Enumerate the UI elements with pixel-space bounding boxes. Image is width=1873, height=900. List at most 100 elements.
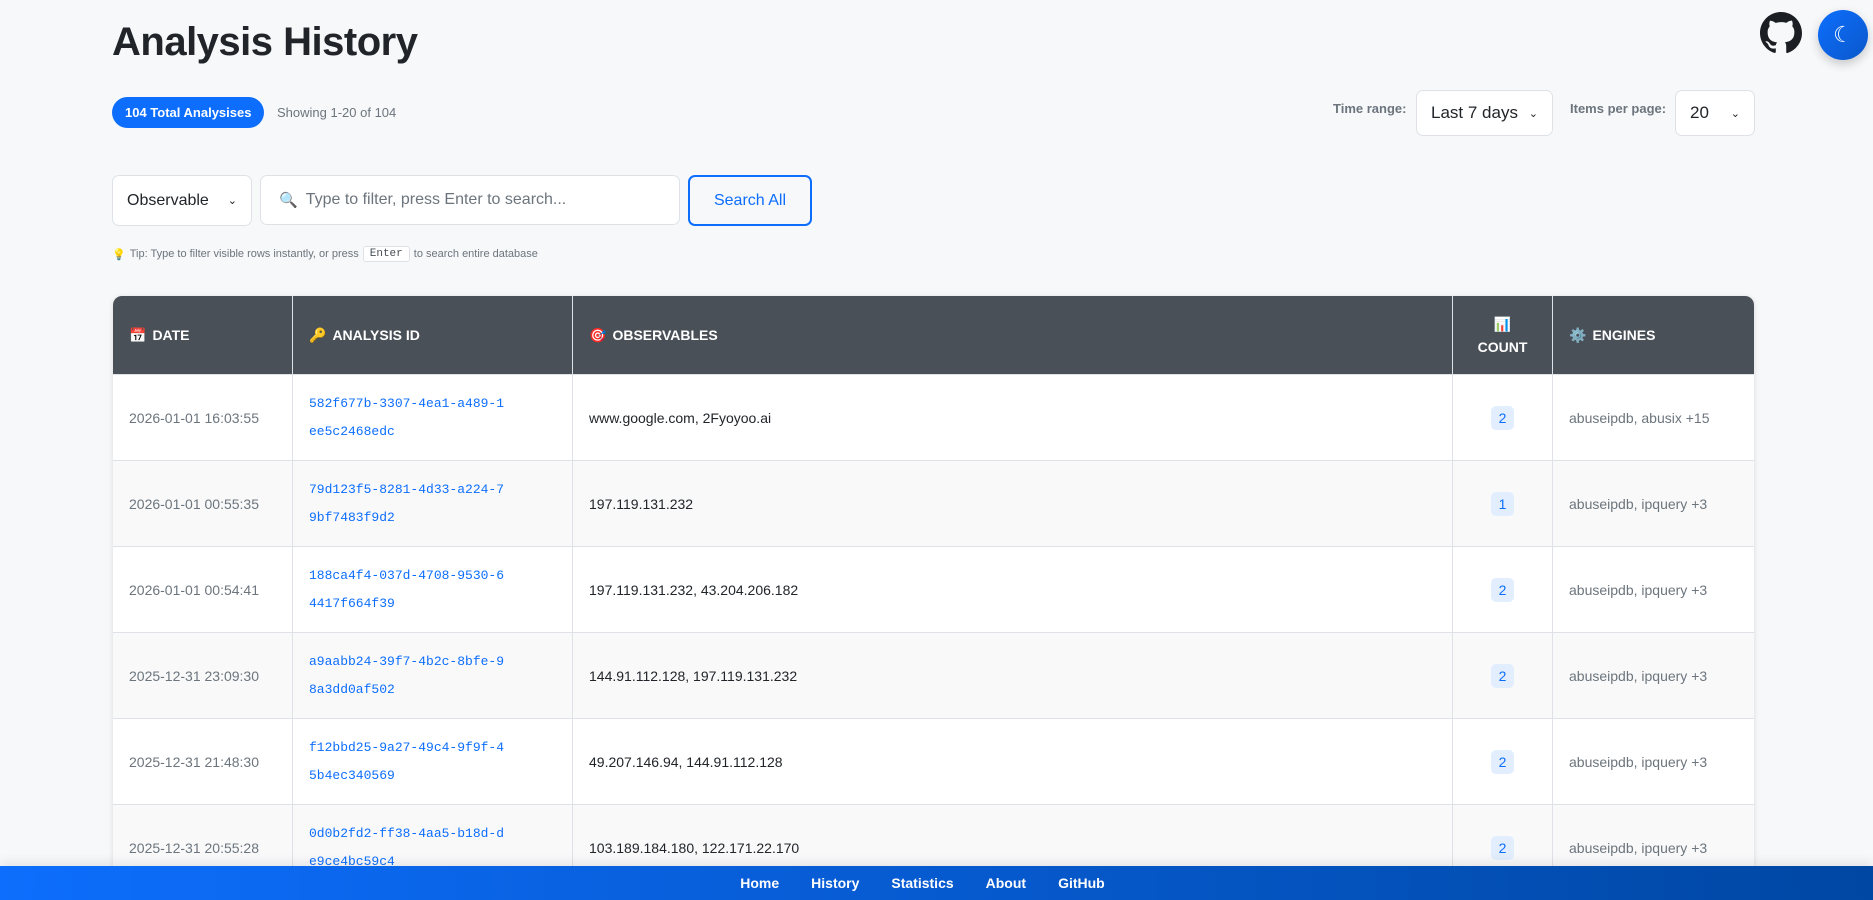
column-observables[interactable]: 🎯 OBSERVABLES xyxy=(573,296,1453,374)
date: 2026-01-01 16:03:55 xyxy=(129,409,259,426)
table-row[interactable]: 2026-01-01 00:55:35 79d123f5-8281-4d33-a… xyxy=(113,460,1754,546)
date-cell: 2025-12-31 23:09:30 xyxy=(113,633,293,718)
count-cell: 2 xyxy=(1453,375,1553,460)
time-range-value: Last 7 days xyxy=(1431,103,1518,122)
table-row[interactable]: 2026-01-01 16:03:55 582f677b-3307-4ea1-a… xyxy=(113,374,1754,460)
engines-cell: abuseipdb, ipquery +3 xyxy=(1553,719,1754,804)
footer-link-github[interactable]: GitHub xyxy=(1058,875,1105,891)
column-label: ENGINES xyxy=(1592,327,1656,343)
footer-link-about[interactable]: About xyxy=(986,875,1026,891)
count-badge: 2 xyxy=(1490,749,1515,774)
id-cell: a9aabb24-39f7-4b2c-8bfe-98a3dd0af502 xyxy=(293,633,573,718)
time-range-select[interactable]: Last 7 days ⌄ xyxy=(1416,90,1553,136)
date: 2026-01-01 00:55:35 xyxy=(129,495,259,512)
id-cell: 79d123f5-8281-4d33-a224-79bf7483f9d2 xyxy=(293,461,573,546)
footer-link-home[interactable]: Home xyxy=(740,875,779,891)
observables: 144.91.112.128, 197.119.131.232 xyxy=(589,667,798,684)
search-icon: 🔍 xyxy=(279,192,298,209)
analysis-id-link[interactable]: 582f677b-3307-4ea1-a489-1ee5c2468edc xyxy=(309,390,509,446)
filter-type-value: Observable xyxy=(127,191,209,209)
items-per-page-value: 20 xyxy=(1690,103,1709,122)
footer-link-statistics[interactable]: Statistics xyxy=(891,875,953,891)
analysis-id-link[interactable]: 188ca4f4-037d-4708-9530-64417f664f39 xyxy=(309,562,509,618)
column-label: DATE xyxy=(152,327,190,343)
analysis-id-link[interactable]: 79d123f5-8281-4d33-a224-79bf7483f9d2 xyxy=(309,476,509,532)
observables: 103.189.184.180, 122.171.22.170 xyxy=(589,839,800,856)
column-date[interactable]: 📅 DATE xyxy=(113,296,293,374)
observables-cell: 49.207.146.94, 144.91.112.128 xyxy=(573,719,1453,804)
count-badge: 2 xyxy=(1490,835,1515,860)
engines-cell: abuseipdb, ipquery +3 xyxy=(1553,547,1754,632)
observables: 197.119.131.232, 43.204.206.182 xyxy=(589,581,799,598)
date-cell: 2026-01-01 16:03:55 xyxy=(113,375,293,460)
column-label: COUNT xyxy=(1477,338,1528,355)
count-cell: 2 xyxy=(1453,547,1553,632)
count-badge: 2 xyxy=(1490,405,1515,430)
moon-icon: ☾ xyxy=(1833,22,1853,47)
analysis-id-link[interactable]: a9aabb24-39f7-4b2c-8bfe-98a3dd0af502 xyxy=(309,648,509,704)
date: 2026-01-01 00:54:41 xyxy=(129,581,259,598)
page-title: Analysis History xyxy=(112,20,418,64)
observables-cell: 197.119.131.232 xyxy=(573,461,1453,546)
engines: abuseipdb, abusix +15 xyxy=(1569,409,1710,426)
date: 2025-12-31 21:48:30 xyxy=(129,753,259,770)
engines: abuseipdb, ipquery +3 xyxy=(1569,581,1708,598)
page: Analysis History 104 Total Analysises Sh… xyxy=(0,0,1873,900)
date: 2025-12-31 20:55:28 xyxy=(129,839,259,856)
id-cell: f12bbd25-9a27-49c4-9f9f-45b4ec340569 xyxy=(293,719,573,804)
table-row[interactable]: 2025-12-31 21:48:30 f12bbd25-9a27-49c4-9… xyxy=(113,718,1754,804)
date-cell: 2026-01-01 00:54:41 xyxy=(113,547,293,632)
count-badge: 2 xyxy=(1490,577,1515,602)
search-all-button[interactable]: Search All xyxy=(688,175,812,226)
footer-nav: Home History Statistics About GitHub xyxy=(0,866,1873,900)
time-range-label: Time range: xyxy=(1333,101,1407,116)
count-cell: 2 xyxy=(1453,633,1553,718)
observables-cell: 144.91.112.128, 197.119.131.232 xyxy=(573,633,1453,718)
tip-text: Tip: Type to filter visible rows instant… xyxy=(129,248,359,260)
engines: abuseipdb, ipquery +3 xyxy=(1569,667,1708,684)
key-icon: 🔑 xyxy=(309,326,327,343)
id-cell: 582f677b-3307-4ea1-a489-1ee5c2468edc xyxy=(293,375,573,460)
observables-cell: 197.119.131.232, 43.204.206.182 xyxy=(573,547,1453,632)
chart-icon: 📊 xyxy=(1493,315,1512,332)
count-badge: 1 xyxy=(1490,491,1515,516)
table-row[interactable]: 2025-12-31 23:09:30 a9aabb24-39f7-4b2c-8… xyxy=(113,632,1754,718)
search-placeholder: Type to filter, press Enter to search... xyxy=(305,191,567,208)
total-analyses-badge: 104 Total Analysises xyxy=(112,97,265,128)
items-per-page-label: Items per page: xyxy=(1570,101,1667,116)
column-label: ANALYSIS ID xyxy=(332,327,420,343)
theme-toggle-button[interactable]: ☾ xyxy=(1818,10,1868,60)
calendar-icon: 📅 xyxy=(129,326,147,343)
chevron-down-icon: ⌄ xyxy=(227,195,237,207)
column-analysis-id[interactable]: 🔑 ANALYSIS ID xyxy=(293,296,573,374)
items-per-page-select[interactable]: 20 ⌄ xyxy=(1675,90,1755,136)
count-badge: 2 xyxy=(1490,663,1515,688)
count-cell: 1 xyxy=(1453,461,1553,546)
engines: abuseipdb, ipquery +3 xyxy=(1569,495,1708,512)
enter-key: Enter xyxy=(362,246,410,262)
date-cell: 2025-12-31 21:48:30 xyxy=(113,719,293,804)
date-cell: 2026-01-01 00:55:35 xyxy=(113,461,293,546)
engines-cell: abuseipdb, ipquery +3 xyxy=(1553,633,1754,718)
observables-cell: www.google.com, 2Fyoyoo.ai xyxy=(573,375,1453,460)
analysis-id-link[interactable]: f12bbd25-9a27-49c4-9f9f-45b4ec340569 xyxy=(309,734,509,790)
filter-type-select[interactable]: Observable ⌄ xyxy=(112,175,252,226)
search-input[interactable]: 🔍 Type to filter, press Enter to search..… xyxy=(260,175,680,225)
table-header: 📅 DATE 🔑 ANALYSIS ID 🎯 OBSERVABLES 📊 COUNT ⚙… xyxy=(113,296,1754,374)
count-cell: 2 xyxy=(1453,719,1553,804)
column-engines[interactable]: ⚙️ ENGINES xyxy=(1553,296,1754,374)
engines-cell: abuseipdb, ipquery +3 xyxy=(1553,461,1754,546)
footer-link-history[interactable]: History xyxy=(811,875,859,891)
date: 2025-12-31 23:09:30 xyxy=(129,667,259,684)
column-count[interactable]: 📊 COUNT xyxy=(1453,296,1553,374)
column-label: OBSERVABLES xyxy=(612,327,718,343)
table-row[interactable]: 2026-01-01 00:54:41 188ca4f4-037d-4708-9… xyxy=(113,546,1754,632)
search-tip: 💡 Tip: Type to filter visible rows instan… xyxy=(112,246,538,262)
engines-cell: abuseipdb, abusix +15 xyxy=(1553,375,1754,460)
id-cell: 188ca4f4-037d-4708-9530-64417f664f39 xyxy=(293,547,573,632)
github-icon[interactable] xyxy=(1760,12,1802,54)
target-icon: 🎯 xyxy=(589,326,607,343)
observables: www.google.com, 2Fyoyoo.ai xyxy=(589,409,772,426)
engines: abuseipdb, ipquery +3 xyxy=(1569,753,1708,770)
lightbulb-icon: 💡 xyxy=(112,248,126,261)
